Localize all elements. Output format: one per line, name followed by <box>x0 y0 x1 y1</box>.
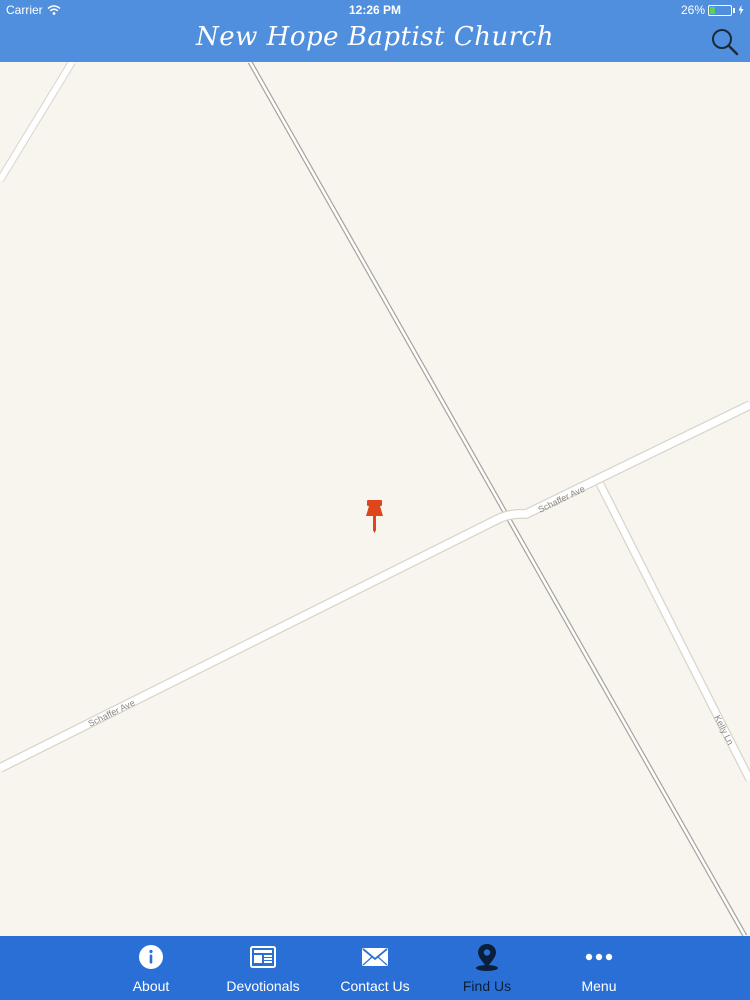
battery-percent: 26% <box>680 3 705 17</box>
app-header: Carrier 12:26 PM 26% New Hope Baptist Ch… <box>0 0 750 62</box>
bottom-tab-bar: About Devotionals Contact Us Find Us Men… <box>0 936 750 1000</box>
page-title: New Hope Baptist Church <box>196 22 554 52</box>
search-button[interactable] <box>710 27 740 57</box>
road-upper-left <box>0 62 76 183</box>
tab-label: About <box>132 978 170 994</box>
road-diagonal-main <box>247 62 748 936</box>
tab-menu[interactable]: Menu <box>543 936 655 1000</box>
envelope-icon <box>362 948 388 966</box>
battery-tip <box>733 7 735 13</box>
battery-indicator: 26% <box>681 3 744 17</box>
map-view[interactable]: Schaffer Ave Schaffer Ave Kelly Ln <box>0 62 750 936</box>
tab-devotionals[interactable]: Devotionals <box>207 936 319 1000</box>
charging-bolt-icon <box>738 5 744 15</box>
location-pin-icon <box>476 944 498 971</box>
newspaper-icon <box>250 946 276 968</box>
location-pin-marker[interactable] <box>366 500 383 533</box>
info-icon <box>139 945 163 969</box>
tab-about[interactable]: About <box>95 936 207 1000</box>
tab-contact-us[interactable]: Contact Us <box>319 936 431 1000</box>
map-canvas[interactable]: Schaffer Ave Schaffer Ave Kelly Ln <box>0 62 750 936</box>
road-label: Schaffer Ave <box>86 698 136 729</box>
tab-label: Contact Us <box>340 978 410 994</box>
tab-find-us[interactable]: Find Us <box>431 936 543 1000</box>
tab-label: Find Us <box>462 978 512 994</box>
tab-label: Menu <box>581 978 617 994</box>
status-bar: Carrier 12:26 PM 26% <box>0 0 750 20</box>
road-label: Kelly Ln <box>712 713 735 746</box>
tab-label: Devotionals <box>226 978 300 994</box>
road-label: Schaffer Ave <box>536 484 586 515</box>
search-icon <box>712 29 739 56</box>
more-icon <box>585 953 613 961</box>
battery-icon <box>708 4 732 16</box>
battery-level-fill <box>710 6 715 14</box>
clock: 12:26 PM <box>348 3 402 17</box>
